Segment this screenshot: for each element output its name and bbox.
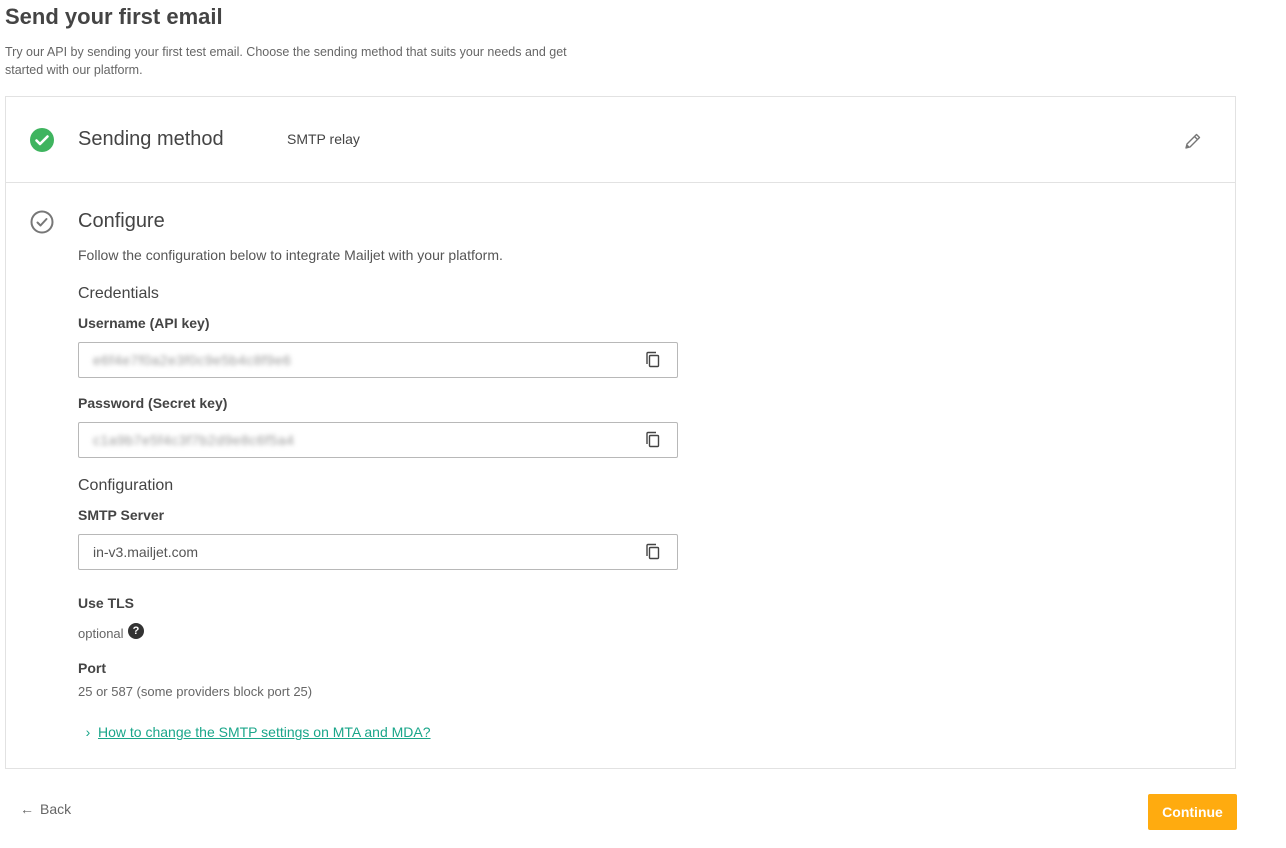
page-subtitle: Try our API by sending your first test e… (5, 45, 567, 77)
copy-icon[interactable] (643, 350, 663, 370)
chevron-right-icon: › (85, 724, 91, 740)
help-icon[interactable]: ? (128, 623, 144, 639)
smtp-server-label: SMTP Server (78, 507, 165, 523)
port-label: Port (78, 660, 106, 676)
step-title: Configure (78, 210, 165, 232)
sending-method-value: SMTP relay (287, 131, 360, 147)
smtp-settings-help-link[interactable]: › How to change the SMTP settings on MTA … (82, 724, 431, 740)
step-sending-method: Sending method SMTP relay (6, 97, 1235, 183)
tls-value: optional (78, 626, 124, 641)
credentials-heading: Credentials (78, 285, 159, 302)
continue-button[interactable]: Continue (1148, 794, 1237, 830)
username-label: Username (API key) (78, 315, 210, 331)
use-tls-label: Use TLS (78, 595, 135, 611)
password-field[interactable]: c1a9b7e5f4c3f7b2d9e8c6f5a4 (78, 422, 678, 458)
help-link-text: How to change the SMTP settings on MTA a… (98, 724, 431, 740)
back-label: Back (40, 801, 72, 817)
port-value: 25 or 587 (some providers block port 25) (78, 684, 313, 699)
username-field[interactable]: e6f4e7f0a2e3f0c9e5b4c8f9e6 (78, 342, 678, 378)
check-circle-outline-icon (30, 210, 54, 234)
password-label: Password (Secret key) (78, 395, 228, 411)
copy-icon[interactable] (643, 542, 663, 562)
step-description: Follow the configuration below to integr… (78, 247, 503, 263)
arrow-left-icon: ← (20, 801, 34, 817)
password-value: c1a9b7e5f4c3f7b2d9e8c6f5a4 (93, 432, 295, 448)
step-title: Sending method (78, 128, 224, 150)
pencil-icon[interactable] (1181, 129, 1205, 153)
setup-card: Sending method SMTP relay Configure Foll… (5, 96, 1236, 769)
configuration-heading: Configuration (78, 477, 174, 494)
copy-icon[interactable] (643, 430, 663, 450)
back-button[interactable]: ← Back (20, 801, 71, 817)
smtp-server-value: in-v3.mailjet.com (93, 544, 199, 560)
check-circle-filled-icon (30, 128, 54, 152)
username-value: e6f4e7f0a2e3f0c9e5b4c8f9e6 (93, 352, 292, 368)
page-title: Send your first email (5, 4, 223, 29)
smtp-server-field[interactable]: in-v3.mailjet.com (78, 534, 678, 570)
